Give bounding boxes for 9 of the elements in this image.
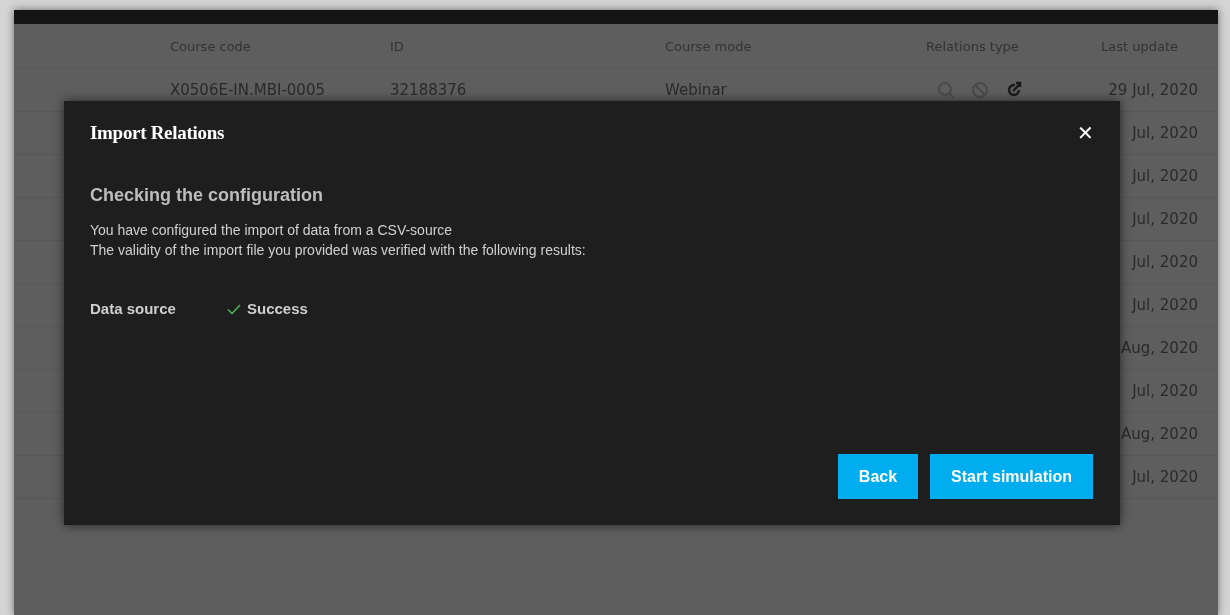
message-text: The validity of the import file you provided was verified with the following results: (90, 241, 587, 260)
result-status: Success (247, 300, 308, 317)
close-button[interactable]: ✕ (1073, 121, 1098, 145)
dialog-title: Import Relations (90, 122, 224, 144)
section-heading: Checking the configuration (90, 185, 324, 206)
dialog-button[interactable]: Back (837, 454, 919, 499)
result-label: Data source (90, 300, 177, 317)
message-text: You have configured the import of data from a CSV-source (90, 221, 454, 240)
dialog-button[interactable]: Start simulation (930, 454, 1093, 499)
